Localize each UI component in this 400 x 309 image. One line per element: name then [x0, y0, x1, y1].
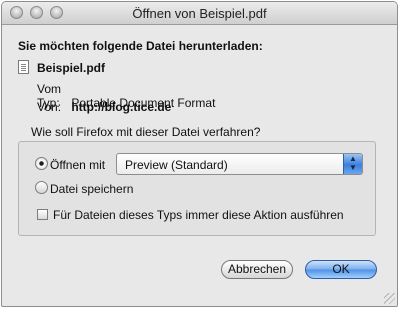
file-source-label: Von: — [37, 100, 62, 114]
file-icon — [18, 60, 29, 74]
cancel-button[interactable]: Abbrechen — [221, 260, 293, 279]
save-file-radio[interactable] — [35, 181, 48, 194]
title-bar: Öffnen von Beispiel.pdf — [2, 2, 397, 25]
window-title: Öffnen von Beispiel.pdf — [132, 6, 267, 21]
select-arrows-icon: ▲ ▼ — [343, 154, 362, 174]
save-file-label[interactable]: Datei speichern — [50, 182, 133, 196]
open-with-select[interactable]: Preview (Standard) ▲ ▼ — [116, 153, 363, 175]
download-dialog: Öffnen von Beispiel.pdf Sie möchten folg… — [1, 1, 398, 307]
file-source-value: http://blog.tice.de — [71, 100, 172, 114]
resize-grip-icon[interactable] — [384, 293, 395, 304]
open-with-label[interactable]: Öffnen mit — [50, 158, 105, 172]
open-with-radio[interactable] — [35, 157, 48, 170]
dialog-heading: Sie möchten folgende Datei herunterladen… — [18, 39, 263, 53]
ok-button[interactable]: OK — [305, 260, 377, 279]
always-do-this-label[interactable]: Für Dateien dieses Typs immer diese Akti… — [53, 208, 344, 222]
file-source-row: Von: http://blog.tice.de — [37, 100, 171, 114]
always-do-this-checkbox[interactable] — [37, 209, 48, 220]
action-question: Wie soll Firefox mit dieser Datei verfah… — [31, 125, 261, 139]
file-name: Beispiel.pdf — [37, 61, 106, 75]
open-with-select-value: Preview (Standard) — [125, 158, 228, 172]
